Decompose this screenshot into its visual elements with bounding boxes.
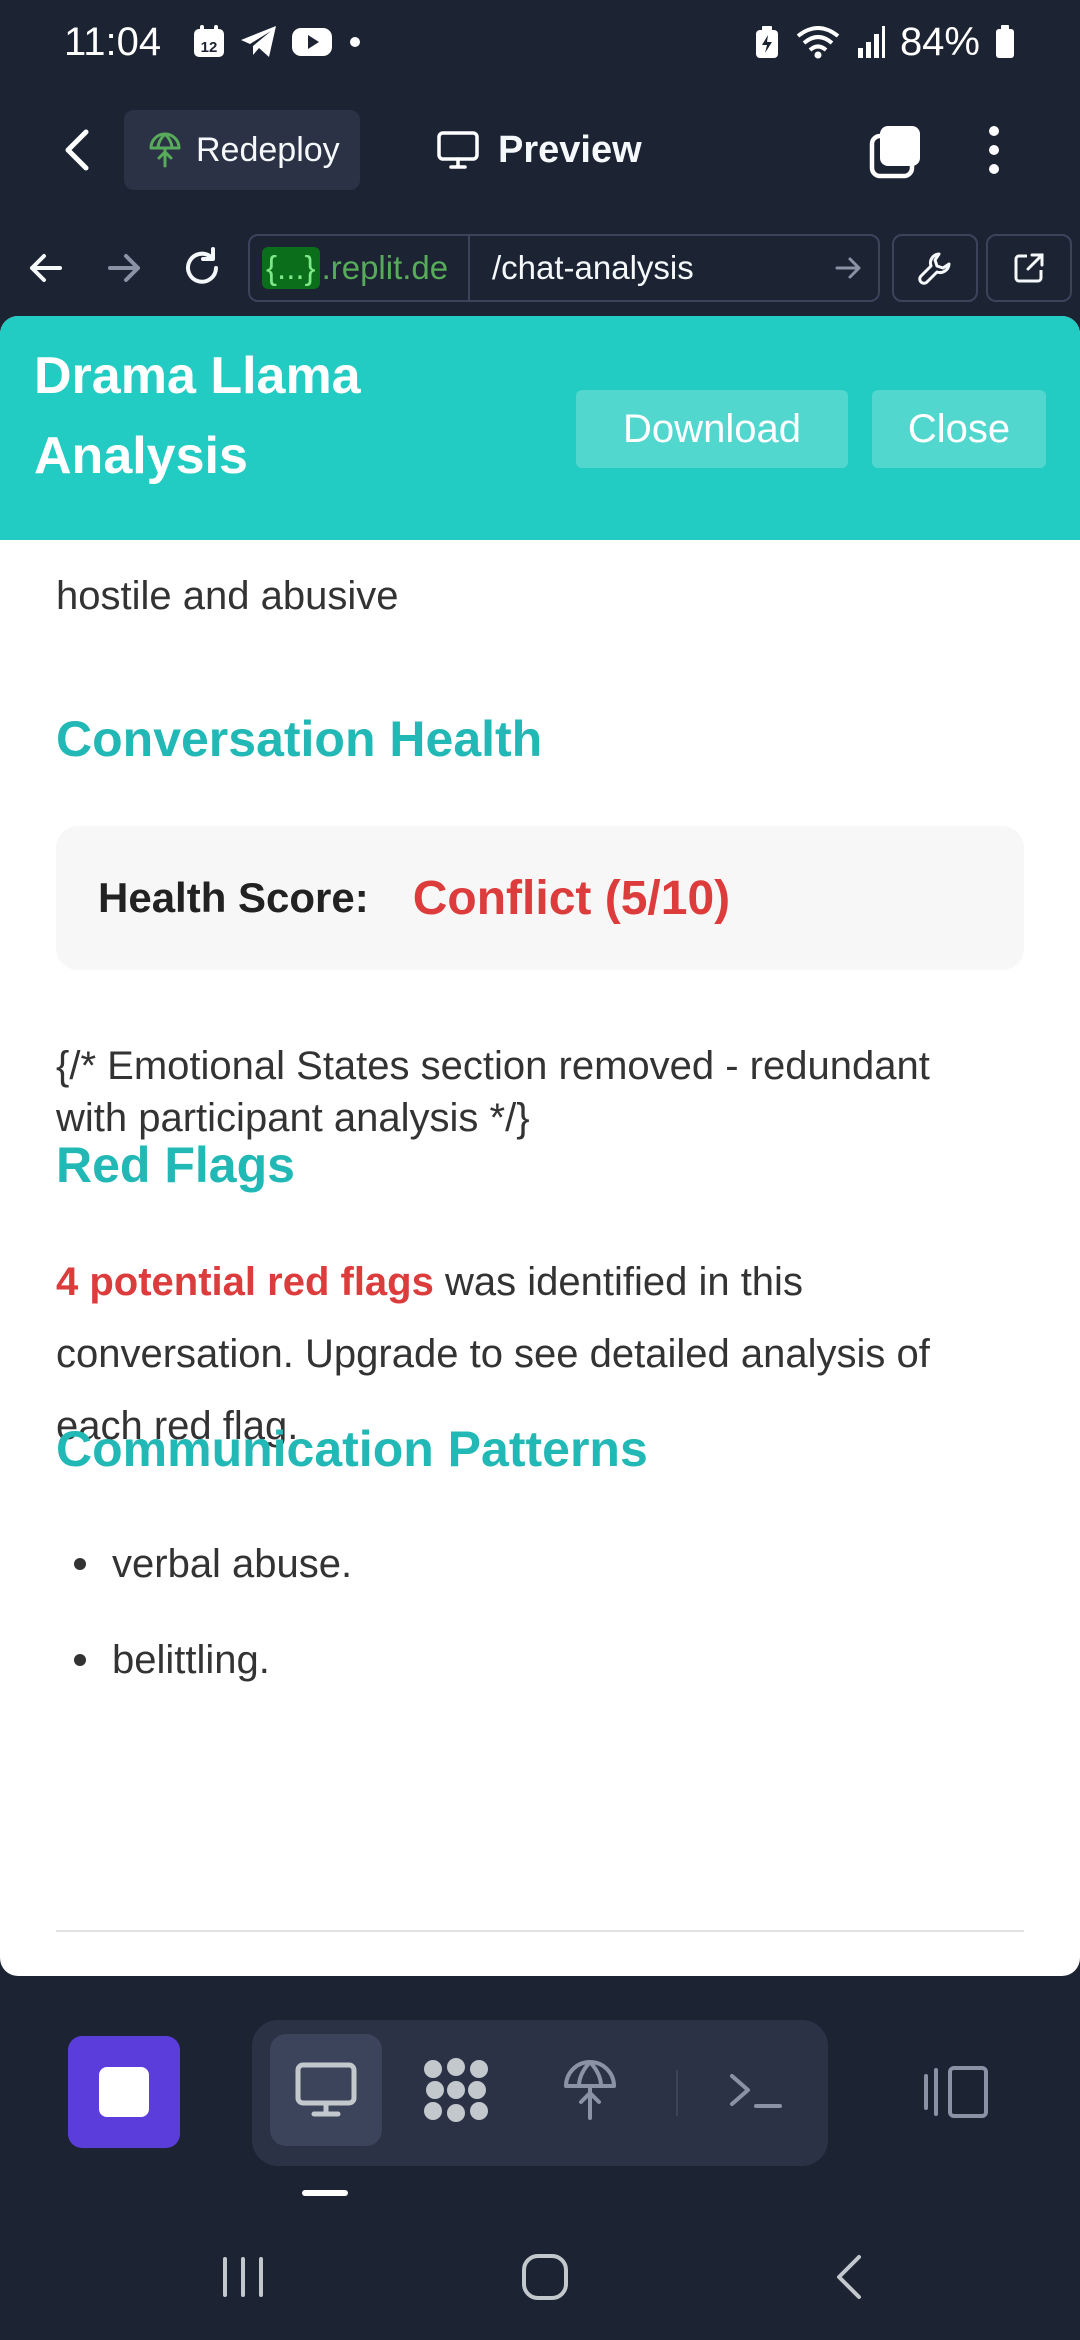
url-bar[interactable]: {...} .replit.de /chat-analysis [248,234,880,302]
battery-saver-icon [754,24,780,60]
chevron-left-icon [65,129,89,171]
divider [56,1930,1024,1932]
url-go-button[interactable] [818,253,878,283]
tool-deploy-button[interactable] [534,2034,646,2146]
windows-icon [869,126,920,179]
recent-apps-button[interactable] [208,2242,278,2312]
browser-bar: {...} .replit.de /chat-analysis [0,230,1080,306]
monitor-icon [437,131,479,169]
wifi-icon [794,24,842,60]
app-title-line1: Drama Llama [34,347,361,405]
red-flags-heading: Red Flags [56,1137,295,1193]
calendar-icon: 12 [191,24,227,60]
svg-text:12: 12 [201,39,218,56]
close-button[interactable]: Close [872,390,1046,468]
conversation-health-heading: Conversation Health [56,711,543,767]
system-back-button[interactable] [814,2242,884,2312]
more-dot-icon [989,145,999,155]
tab-preview[interactable]: Preview [436,110,642,190]
preview-label: Preview [498,128,642,171]
url-path: /chat-analysis [492,249,694,286]
red-flags-count: 4 potential red flags [56,1260,434,1304]
chevron-left-icon [837,2255,861,2299]
workspace-grid-icon [424,2058,488,2122]
back-button[interactable] [50,122,106,178]
battery-percent: 84% [899,19,980,64]
external-link-icon [1014,253,1044,283]
list-item: belittling. [56,1636,956,1732]
arrow-left-icon [30,254,62,282]
replit-top-bar: Redeploy Preview [0,100,1080,200]
app-header: Drama Llama Analysis Download Close [0,316,1080,540]
browser-forward-button[interactable] [100,244,148,292]
url-host-tag: {...} [262,247,320,289]
health-score-card: Health Score: Conflict (5/10) [56,826,1024,970]
redeploy-button[interactable]: Redeploy [124,110,360,190]
stop-button[interactable] [68,2036,180,2148]
home-button[interactable] [510,2242,580,2312]
signal-icon [856,24,886,60]
home-icon [522,2254,568,2300]
active-tool-indicator [302,2190,348,2196]
arrow-right-icon [835,257,861,279]
notification-dot-icon [345,32,365,52]
layout-panel-icon [924,2066,988,2118]
health-score-label: Health Score: [98,874,369,921]
windows-button[interactable] [866,122,926,182]
telegram-icon [239,24,279,60]
battery-icon [994,24,1016,60]
recent-apps-icon [223,2257,263,2297]
tool-switcher [252,2020,828,2166]
system-navigation-bar [0,2210,1080,2340]
download-button[interactable]: Download [576,390,848,468]
deploy-icon [564,2060,616,2120]
wrench-icon [918,252,951,285]
patterns-list: verbal abuse. belittling. [56,1540,956,1732]
url-host: {...} .replit.de [250,236,470,300]
stop-icon [99,2067,149,2117]
tool-terminal-button[interactable] [700,2034,812,2146]
layout-toggle-button[interactable] [920,2062,992,2122]
status-bar: 11:04 12 84% [0,0,1080,84]
open-new-tab-button[interactable] [986,234,1072,302]
arrow-right-icon [108,254,140,282]
health-score-value: Conflict (5/10) [412,871,731,925]
tool-workspace-button[interactable] [400,2034,512,2146]
browser-back-button[interactable] [22,244,70,292]
more-dot-icon [989,126,999,136]
intro-text: hostile and abusive [56,574,399,618]
monitor-icon [295,2062,357,2117]
more-dot-icon [989,164,999,174]
youtube-icon [291,26,333,58]
tool-separator [676,2070,678,2116]
communication-patterns-heading: Communication Patterns [56,1421,648,1477]
list-item: verbal abuse. [56,1540,956,1636]
reload-icon [186,247,218,284]
terminal-icon [730,2074,782,2108]
devtools-button[interactable] [892,234,978,302]
more-options-button[interactable] [974,120,1014,180]
replit-bottom-toolbar [0,2000,1080,2196]
app-title: Drama Llama Analysis [34,336,454,496]
url-host-text: .replit.de [321,249,449,286]
tool-preview-button[interactable] [270,2034,382,2146]
removed-section-comment: {/* Emotional States section removed - r… [56,1044,930,1140]
status-time: 11:04 [64,19,162,64]
redeploy-label: Redeploy [196,130,340,169]
deploy-icon [149,132,181,168]
app-title-line2: Analysis [34,427,248,485]
preview-webview: Drama Llama Analysis Download Close host… [0,316,1080,1976]
reload-button[interactable] [178,244,226,292]
